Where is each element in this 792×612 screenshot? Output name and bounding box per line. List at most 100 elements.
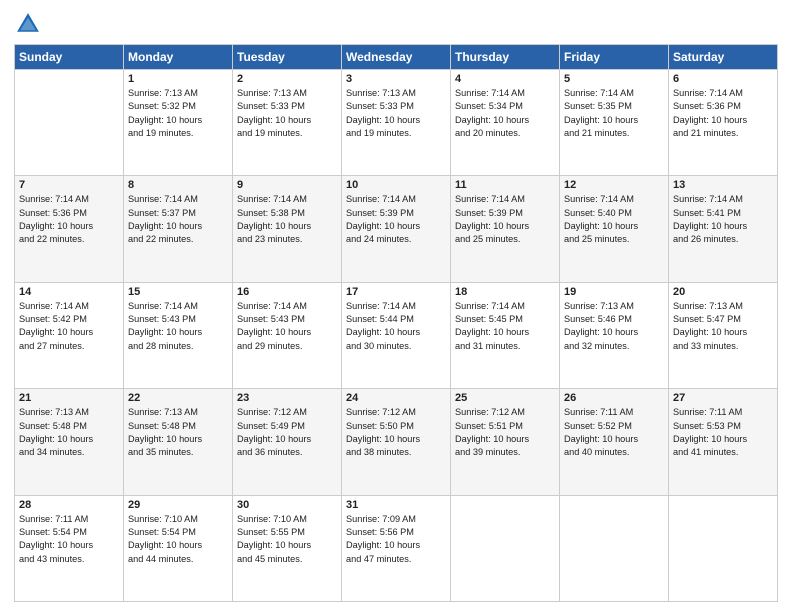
cell-content: Sunrise: 7:12 AMSunset: 5:50 PMDaylight:…	[346, 406, 446, 459]
cell-content: Sunrise: 7:13 AMSunset: 5:47 PMDaylight:…	[673, 300, 773, 353]
cell-content: Sunrise: 7:14 AMSunset: 5:34 PMDaylight:…	[455, 87, 555, 140]
header	[14, 10, 778, 38]
cell-content: Sunrise: 7:14 AMSunset: 5:39 PMDaylight:…	[346, 193, 446, 246]
calendar-cell: 7Sunrise: 7:14 AMSunset: 5:36 PMDaylight…	[15, 176, 124, 282]
day-number: 10	[346, 179, 446, 191]
cell-content: Sunrise: 7:14 AMSunset: 5:36 PMDaylight:…	[673, 87, 773, 140]
day-number: 9	[237, 179, 337, 191]
day-number: 11	[455, 179, 555, 191]
calendar-cell: 14 Sunrise: 7:14 AMSunset: 5:42 PMDayligh…	[15, 282, 124, 388]
day-number: 19	[564, 286, 664, 298]
cell-content: Sunrise: 7:11 AMSunset: 5:54 PMDaylight:…	[19, 513, 119, 566]
day-number: 26	[564, 392, 664, 404]
day-header-wednesday: Wednesday	[342, 45, 451, 70]
calendar-cell: 30Sunrise: 7:10 AMSunset: 5:55 PMDayligh…	[233, 495, 342, 601]
calendar-cell: 19 Sunrise: 7:13 AMSunset: 5:46 PMDayligh…	[560, 282, 669, 388]
day-number: 12	[564, 179, 664, 191]
calendar-cell: 10 Sunrise: 7:14 AMSunset: 5:39 PMDayligh…	[342, 176, 451, 282]
calendar-cell: 11 Sunrise: 7:14 AMSunset: 5:39 PMDayligh…	[451, 176, 560, 282]
calendar-cell: 28 Sunrise: 7:11 AMSunset: 5:54 PMDayligh…	[15, 495, 124, 601]
day-number: 22	[128, 392, 228, 404]
calendar-cell	[15, 70, 124, 176]
calendar-cell: 17Sunrise: 7:14 AMSunset: 5:44 PMDayligh…	[342, 282, 451, 388]
calendar-cell: 1 Sunrise: 7:13 AMSunset: 5:32 PMDaylight…	[124, 70, 233, 176]
calendar-cell: 24Sunrise: 7:12 AMSunset: 5:50 PMDayligh…	[342, 389, 451, 495]
cell-content: Sunrise: 7:13 AMSunset: 5:33 PMDaylight:…	[237, 87, 337, 140]
day-number: 21	[19, 392, 119, 404]
calendar-cell: 27Sunrise: 7:11 AMSunset: 5:53 PMDayligh…	[669, 389, 778, 495]
calendar-cell: 18 Sunrise: 7:14 AMSunset: 5:45 PMDayligh…	[451, 282, 560, 388]
calendar-cell: 20 Sunrise: 7:13 AMSunset: 5:47 PMDayligh…	[669, 282, 778, 388]
week-row-0: 1 Sunrise: 7:13 AMSunset: 5:32 PMDaylight…	[15, 70, 778, 176]
day-header-tuesday: Tuesday	[233, 45, 342, 70]
calendar-cell: 6 Sunrise: 7:14 AMSunset: 5:36 PMDaylight…	[669, 70, 778, 176]
calendar-cell: 29 Sunrise: 7:10 AMSunset: 5:54 PMDayligh…	[124, 495, 233, 601]
calendar-cell: 8 Sunrise: 7:14 AMSunset: 5:37 PMDaylight…	[124, 176, 233, 282]
day-number: 15	[128, 286, 228, 298]
day-number: 2	[237, 73, 337, 85]
cell-content: Sunrise: 7:10 AMSunset: 5:55 PMDaylight:…	[237, 513, 337, 566]
cell-content: Sunrise: 7:14 AMSunset: 5:36 PMDaylight:…	[19, 193, 119, 246]
calendar-cell: 15 Sunrise: 7:14 AMSunset: 5:43 PMDayligh…	[124, 282, 233, 388]
cell-content: Sunrise: 7:12 AMSunset: 5:51 PMDaylight:…	[455, 406, 555, 459]
days-header-row: SundayMondayTuesdayWednesdayThursdayFrid…	[15, 45, 778, 70]
cell-content: Sunrise: 7:14 AMSunset: 5:41 PMDaylight:…	[673, 193, 773, 246]
calendar-header: SundayMondayTuesdayWednesdayThursdayFrid…	[15, 45, 778, 70]
cell-content: Sunrise: 7:10 AMSunset: 5:54 PMDaylight:…	[128, 513, 228, 566]
cell-content: Sunrise: 7:14 AMSunset: 5:37 PMDaylight:…	[128, 193, 228, 246]
day-number: 23	[237, 392, 337, 404]
cell-content: Sunrise: 7:13 AMSunset: 5:46 PMDaylight:…	[564, 300, 664, 353]
calendar-cell: 3 Sunrise: 7:13 AMSunset: 5:33 PMDaylight…	[342, 70, 451, 176]
cell-content: Sunrise: 7:14 AMSunset: 5:39 PMDaylight:…	[455, 193, 555, 246]
day-number: 25	[455, 392, 555, 404]
day-number: 16	[237, 286, 337, 298]
logo-icon	[14, 10, 42, 38]
day-header-friday: Friday	[560, 45, 669, 70]
calendar-cell: 5 Sunrise: 7:14 AMSunset: 5:35 PMDaylight…	[560, 70, 669, 176]
calendar-cell: 4 Sunrise: 7:14 AMSunset: 5:34 PMDaylight…	[451, 70, 560, 176]
day-header-saturday: Saturday	[669, 45, 778, 70]
cell-content: Sunrise: 7:14 AMSunset: 5:40 PMDaylight:…	[564, 193, 664, 246]
day-number: 14	[19, 286, 119, 298]
calendar-cell: 31 Sunrise: 7:09 AMSunset: 5:56 PMDayligh…	[342, 495, 451, 601]
cell-content: Sunrise: 7:09 AMSunset: 5:56 PMDaylight:…	[346, 513, 446, 566]
calendar-cell: 9 Sunrise: 7:14 AMSunset: 5:38 PMDaylight…	[233, 176, 342, 282]
day-number: 27	[673, 392, 773, 404]
page: SundayMondayTuesdayWednesdayThursdayFrid…	[0, 0, 792, 612]
day-number: 1	[128, 73, 228, 85]
cell-content: Sunrise: 7:12 AMSunset: 5:49 PMDaylight:…	[237, 406, 337, 459]
cell-content: Sunrise: 7:13 AMSunset: 5:48 PMDaylight:…	[128, 406, 228, 459]
week-row-3: 21 Sunrise: 7:13 AMSunset: 5:48 PMDayligh…	[15, 389, 778, 495]
day-number: 20	[673, 286, 773, 298]
cell-content: Sunrise: 7:14 AMSunset: 5:35 PMDaylight:…	[564, 87, 664, 140]
day-number: 3	[346, 73, 446, 85]
week-row-4: 28 Sunrise: 7:11 AMSunset: 5:54 PMDayligh…	[15, 495, 778, 601]
day-number: 29	[128, 499, 228, 511]
day-number: 18	[455, 286, 555, 298]
day-number: 6	[673, 73, 773, 85]
day-number: 5	[564, 73, 664, 85]
calendar-cell: 23 Sunrise: 7:12 AMSunset: 5:49 PMDayligh…	[233, 389, 342, 495]
cell-content: Sunrise: 7:14 AMSunset: 5:43 PMDaylight:…	[128, 300, 228, 353]
calendar-cell	[560, 495, 669, 601]
day-number: 8	[128, 179, 228, 191]
day-header-sunday: Sunday	[15, 45, 124, 70]
cell-content: Sunrise: 7:14 AMSunset: 5:45 PMDaylight:…	[455, 300, 555, 353]
calendar-body: 1 Sunrise: 7:13 AMSunset: 5:32 PMDaylight…	[15, 70, 778, 602]
cell-content: Sunrise: 7:14 AMSunset: 5:43 PMDaylight:…	[237, 300, 337, 353]
cell-content: Sunrise: 7:14 AMSunset: 5:38 PMDaylight:…	[237, 193, 337, 246]
calendar-cell: 2 Sunrise: 7:13 AMSunset: 5:33 PMDaylight…	[233, 70, 342, 176]
week-row-2: 14 Sunrise: 7:14 AMSunset: 5:42 PMDayligh…	[15, 282, 778, 388]
cell-content: Sunrise: 7:13 AMSunset: 5:33 PMDaylight:…	[346, 87, 446, 140]
calendar-cell: 12 Sunrise: 7:14 AMSunset: 5:40 PMDayligh…	[560, 176, 669, 282]
day-number: 4	[455, 73, 555, 85]
calendar-cell: 25 Sunrise: 7:12 AMSunset: 5:51 PMDayligh…	[451, 389, 560, 495]
calendar-table: SundayMondayTuesdayWednesdayThursdayFrid…	[14, 44, 778, 602]
day-number: 31	[346, 499, 446, 511]
calendar-cell: 21Sunrise: 7:13 AMSunset: 5:48 PMDayligh…	[15, 389, 124, 495]
day-number: 17	[346, 286, 446, 298]
cell-content: Sunrise: 7:13 AMSunset: 5:32 PMDaylight:…	[128, 87, 228, 140]
day-number: 28	[19, 499, 119, 511]
cell-content: Sunrise: 7:14 AMSunset: 5:42 PMDaylight:…	[19, 300, 119, 353]
day-header-thursday: Thursday	[451, 45, 560, 70]
